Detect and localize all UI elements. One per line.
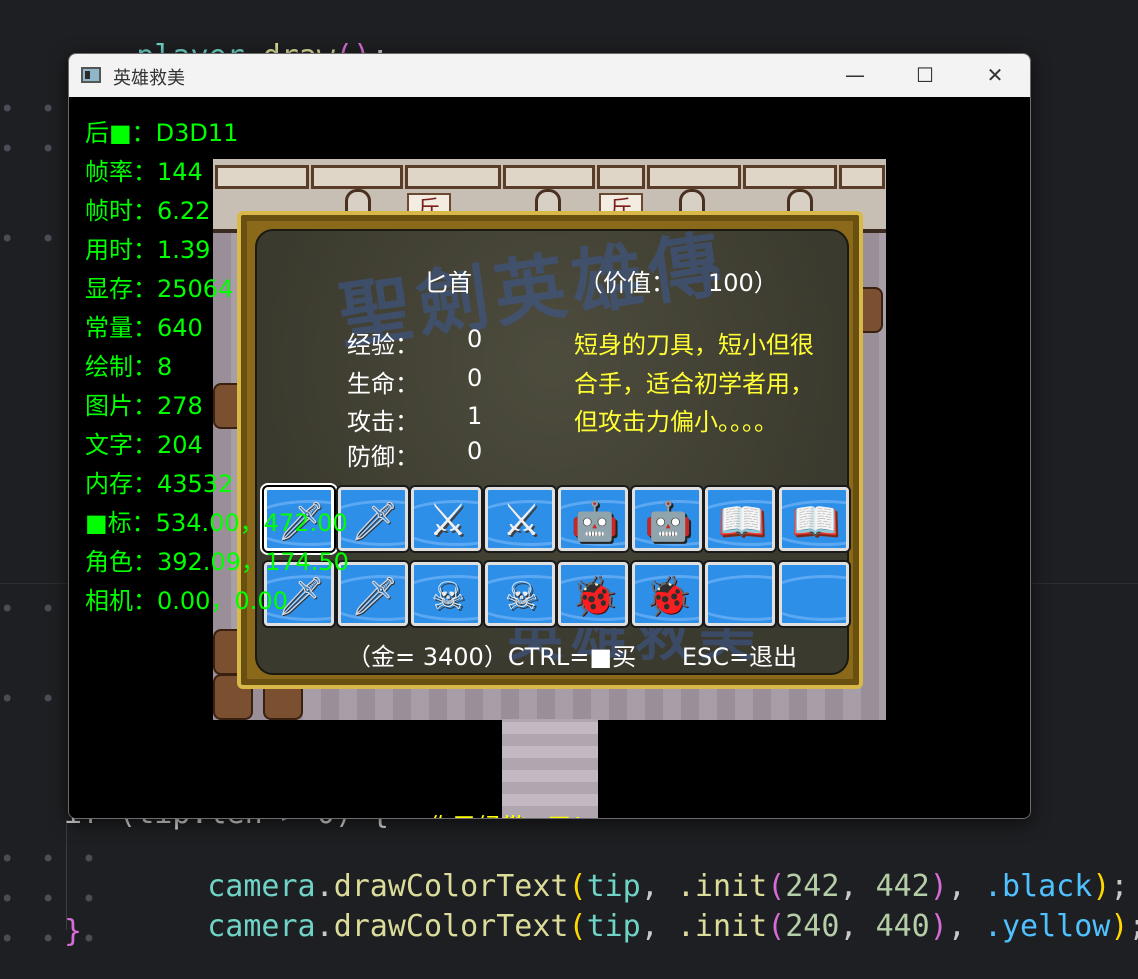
- code-token: ;: [1128, 909, 1138, 944]
- hud-line: 后■：D3D11: [85, 119, 239, 147]
- app-icon: [81, 67, 101, 83]
- hud-line: 绘制：8: [85, 353, 173, 381]
- book-icon: 📖: [791, 499, 840, 543]
- building-roof: [647, 165, 741, 189]
- tip-message: 你已经带■了！: [429, 807, 596, 818]
- building-roof: [215, 165, 309, 189]
- code-token: (: [767, 909, 786, 944]
- building-roof: [311, 165, 403, 189]
- hud-line: 常量：640: [85, 314, 203, 342]
- window-title: 英雄救美: [113, 68, 185, 89]
- building-roof: [405, 165, 501, 189]
- shop-panel[interactable]: 聖劍英雄傳 英雄救美 匕首 （价值： 100） 经验： 0 生命： 0 攻击： …: [237, 211, 863, 689]
- beetle-icon: 🐞: [644, 574, 693, 618]
- stat-label-hp: 生命：: [347, 370, 419, 398]
- inventory-slot[interactable]: 📖: [705, 487, 775, 551]
- stone-path: [502, 719, 598, 818]
- minimize-button[interactable]: —: [820, 54, 890, 97]
- broadsword-icon: ⚔: [428, 495, 468, 546]
- code-token: ,: [947, 909, 984, 944]
- beetle-icon: 🐞: [571, 574, 619, 618]
- item-description-line: 但攻击力偏小。。。。: [574, 408, 778, 436]
- code-token: ,: [839, 909, 876, 944]
- inventory-slot[interactable]: [778, 562, 849, 626]
- indent-dots: • • •: [0, 925, 103, 953]
- hud-line: 用时：1.39: [85, 236, 211, 264]
- skull-icon: ☠: [430, 574, 466, 618]
- indent-dots: • • •: [0, 885, 103, 913]
- code-line-draw-yellow[interactable]: camera.drawColorText(tip, .init(240, 440…: [135, 874, 1138, 979]
- stat-value-def: 0: [467, 437, 483, 465]
- inventory-slot[interactable]: ☠: [484, 562, 555, 626]
- item-name: 匕首: [424, 269, 472, 297]
- code-token: (: [568, 909, 587, 944]
- code-token: ): [929, 909, 948, 944]
- hud-line: 帧率：144: [85, 158, 203, 186]
- armor-icon: 🤖: [644, 499, 693, 543]
- stat-label-exp: 经验：: [347, 331, 419, 359]
- code-token: 240: [785, 909, 840, 944]
- code-token: ,: [640, 909, 677, 944]
- building-roof: [503, 165, 595, 189]
- inventory-slot[interactable]: 🤖: [631, 487, 702, 551]
- stat-value-exp: 0: [467, 325, 483, 353]
- inventory-slot[interactable]: [705, 562, 775, 626]
- dagger-icon: 🗡: [350, 499, 399, 543]
- broadsword-icon: ⚔: [501, 495, 542, 546]
- stat-label-atk: 攻击：: [347, 408, 419, 436]
- inventory-slot[interactable]: ⚔: [411, 487, 481, 551]
- code-token: .: [315, 909, 334, 944]
- title-bar[interactable]: 英雄救美 — ☐ ✕: [69, 54, 1030, 97]
- hud-line: 相机：0.00，0.00: [85, 587, 288, 615]
- hud-line: 帧时：6.22: [85, 197, 211, 225]
- hud-line: ■标：534.00，472.00: [85, 509, 348, 537]
- hud-line: 图片：278: [85, 392, 203, 420]
- building-roof: [743, 165, 837, 189]
- game-canvas[interactable]: 斤 斤 聖劍英雄傳 英雄救美 匕首 （价值： 100） 经验： 0 生命： 0 …: [69, 97, 1030, 818]
- longsword-icon: 🗡: [350, 574, 399, 618]
- item-description-line: 短身的刀具，短小但很: [574, 331, 814, 359]
- code-token: .init: [676, 909, 768, 944]
- stat-value-hp: 0: [467, 364, 483, 392]
- item-description-line: 合手，适合初学者用，: [574, 370, 814, 398]
- code-line-closing-brace[interactable]: }: [64, 914, 82, 949]
- item-price-label: （价值：: [579, 269, 675, 297]
- building-roof: [597, 165, 645, 189]
- inventory-slot[interactable]: ☠: [411, 562, 481, 626]
- hud-line: 文字：204: [85, 431, 203, 459]
- code-token: 440: [875, 909, 930, 944]
- building-roof: [839, 165, 885, 189]
- book-icon: 📖: [718, 499, 766, 543]
- stat-label-def: 防御：: [347, 443, 419, 471]
- skull-icon: ☠: [504, 574, 539, 618]
- code-token: drawColorText: [333, 909, 569, 944]
- hud-line: 内存：43532: [85, 470, 234, 498]
- close-button[interactable]: ✕: [960, 54, 1030, 97]
- inventory-slot[interactable]: 🐞: [558, 562, 628, 626]
- inventory-slot[interactable]: ⚔: [484, 487, 555, 551]
- hud-line: 显存：25064: [85, 275, 234, 303]
- maximize-button[interactable]: ☐: [890, 54, 960, 97]
- item-price-value: 100）: [708, 269, 778, 297]
- game-window[interactable]: 英雄救美 — ☐ ✕ 斤 斤 聖劍英雄傳 英雄救美 匕首 （价值： 100） 经…: [68, 53, 1031, 819]
- inventory-slot[interactable]: 🤖: [558, 487, 628, 551]
- hud-line: 角色：392.09，174.50: [85, 548, 349, 576]
- indent-dots: • • •: [0, 845, 103, 873]
- code-token: .yellow: [983, 909, 1111, 944]
- code-token: ): [1110, 909, 1129, 944]
- inventory-slot[interactable]: 🐞: [631, 562, 702, 626]
- stat-value-atk: 1: [467, 402, 483, 430]
- code-token: camera: [207, 909, 316, 944]
- code-token: tip: [586, 909, 641, 944]
- inventory-slot[interactable]: 📖: [778, 487, 849, 551]
- shop-footer: （金= 3400）CTRL=■买 ESC=退出: [347, 643, 798, 671]
- armor-icon: 🤖: [571, 499, 619, 543]
